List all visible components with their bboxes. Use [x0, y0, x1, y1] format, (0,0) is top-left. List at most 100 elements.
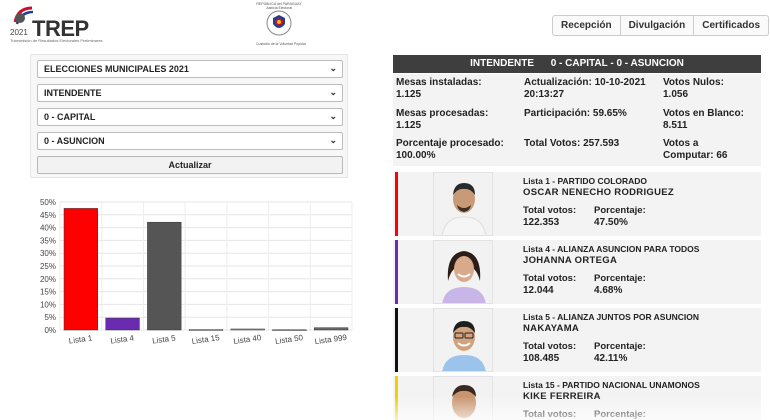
candidate-color-bar: [395, 376, 398, 420]
candidate-photo: [433, 172, 493, 236]
total-votos-value: 12.044: [523, 285, 554, 296]
chart-y-tick-label: 20%: [40, 275, 56, 284]
stats-panel: Mesas instaladas: 1.125 Actualización: 1…: [393, 74, 761, 166]
total-votos-label: Total votos:: [523, 273, 577, 284]
person-avatar-icon: [434, 241, 492, 303]
chart-bar-lista-40[interactable]: [230, 328, 265, 331]
participacion-text: Participación: 59.65%: [524, 108, 627, 119]
chart-bar-lista-999[interactable]: [314, 327, 349, 331]
department-select[interactable]: 0 - CAPITAL ⌄: [37, 108, 343, 126]
candidate-card: Lista 4 - ALIANZA ASUNCION PARA TODOS JO…: [393, 240, 761, 304]
chart-y-tick-label: 45%: [40, 211, 56, 220]
candidate-card: Lista 1 - PARTIDO COLORADO OSCAR NENECHO…: [393, 172, 761, 236]
votos-blanco-value: 8.511: [663, 120, 688, 131]
candidate-card: Lista 15 - PARTIDO NACIONAL UNAMONOS KIK…: [393, 376, 761, 420]
total-votos-label: Total votos:: [523, 409, 577, 420]
chart-x-tick-label: Lista 1: [68, 333, 93, 345]
total-votos-label: Total votos:: [523, 205, 577, 216]
trep-page: TREP 2021 Transmisión de Resultados Elec…: [0, 0, 770, 420]
chart-bar-lista-5[interactable]: [147, 221, 182, 331]
chart-y-tick-label: 10%: [40, 300, 56, 309]
position-select-value: INTENDENTE: [44, 88, 102, 98]
chart-x-tick-label: Lista 999: [314, 333, 348, 347]
chart-bar-lista-4[interactable]: [105, 317, 140, 331]
total-votos-value: 122.353: [523, 217, 560, 228]
porcentaje-label: Porcentaje:: [594, 273, 646, 284]
seal-bottom-text: Custodio de la Voluntad Popular: [256, 42, 307, 46]
total-votos-value: 108.485: [523, 353, 560, 364]
chart-bar-lista-15[interactable]: [188, 329, 224, 331]
candidate-lista: Lista 1 - PARTIDO COLORADO: [523, 176, 648, 186]
porcentaje-value: 42.11%: [594, 353, 628, 364]
justicia-electoral-seal: REPÚBLICA del PARAGUAY Justicia Electora…: [256, 2, 307, 46]
chart-bar-lista-1[interactable]: [63, 208, 98, 331]
chart-x-tick-label: Lista 5: [152, 333, 177, 345]
chart-y-tick-label: 40%: [40, 224, 56, 233]
chart-x-tick-label: Lista 4: [110, 333, 135, 345]
candidate-photo: [433, 376, 493, 420]
candidate-lista: Lista 15 - PARTIDO NACIONAL UNAMONOS: [523, 380, 700, 390]
logo-subtitle: Transmisión de Resultados Electorales Pr…: [10, 38, 103, 43]
candidate-card: Lista 5 - ALIANZA JUNTOS POR ASUNCION NA…: [393, 308, 761, 372]
porcentaje-label: Porcentaje:: [594, 409, 646, 420]
chart-x-tick-label: Lista 40: [233, 333, 263, 346]
logo-year: 2021: [10, 28, 28, 37]
votos-nulos-label: Votos Nulos:: [663, 77, 724, 88]
chart-y-tick-label: 15%: [40, 288, 56, 297]
department-select-value: 0 - CAPITAL: [44, 112, 96, 122]
election-select[interactable]: ELECCIONES MUNICIPALES 2021 ⌄: [37, 60, 343, 78]
candidate-lista: Lista 4 - ALIANZA ASUNCION PARA TODOS: [523, 244, 700, 254]
candidate-color-bar: [395, 240, 398, 304]
porcentaje-value: 4.68%: [594, 285, 623, 296]
actualizacion-time: 20:13:27: [524, 89, 565, 100]
candidate-name: NAKAYAMA: [523, 323, 580, 334]
update-button[interactable]: Actualizar: [37, 156, 343, 174]
actualizacion-label: Actualización: 10-10-2021: [524, 77, 646, 88]
porcentaje-procesado-label: Porcentaje procesado:: [396, 138, 504, 149]
nav-recepcion-button[interactable]: Recepción: [553, 16, 621, 35]
chart-bar-lista-50[interactable]: [272, 329, 307, 331]
chart-y-tick-label: 0%: [44, 326, 56, 335]
nav-divulgacion-button[interactable]: Divulgación: [621, 16, 695, 35]
porcentaje-procesado-value: 100.00%: [396, 150, 436, 161]
nav-certificados-button[interactable]: Certificados: [694, 16, 768, 35]
chart-y-tick-label: 5%: [44, 313, 56, 322]
person-avatar-icon: [434, 173, 492, 235]
candidate-name: OSCAR NENECHO RODRIGUEZ: [523, 187, 674, 198]
mesas-instaladas-value: 1.125: [396, 89, 422, 100]
mesas-procesadas-value: 1.125: [396, 120, 422, 131]
porcentaje-value: 47.50%: [594, 217, 628, 228]
mesas-instaladas-label: Mesas instaladas:: [396, 77, 482, 88]
porcentaje-label: Porcentaje:: [594, 205, 646, 216]
mesas-procesadas-label: Mesas procesadas:: [396, 108, 489, 119]
chart-x-tick-label: Lista 50: [275, 333, 305, 346]
total-votos-text: Total Votos: 257.593: [524, 138, 620, 149]
chevron-down-icon: ⌄: [329, 87, 337, 97]
candidate-lista: Lista 5 - ALIANZA JUNTOS POR ASUNCION: [523, 312, 699, 322]
chart-y-tick-label: 35%: [40, 236, 56, 245]
position-select[interactable]: INTENDENTE ⌄: [37, 84, 343, 102]
chart-y-tick-label: 25%: [40, 262, 56, 271]
votos-computar-value: Computar: 66: [663, 150, 728, 161]
chart-y-tick-label: 30%: [40, 249, 56, 258]
results-header: INTENDENTE 0 - CAPITAL - 0 - ASUNCION: [393, 55, 761, 73]
person-avatar-icon: [434, 309, 492, 371]
candidate-color-bar: [395, 308, 398, 372]
seal-emblem-icon: [266, 10, 292, 36]
porcentaje-label: Porcentaje:: [594, 341, 646, 352]
election-select-value: ELECCIONES MUNICIPALES 2021: [44, 64, 189, 74]
chevron-down-icon: ⌄: [329, 135, 337, 145]
chart-y-tick-label: 50%: [40, 198, 56, 207]
results-bar-chart: 0% 5% 10% 15% 20% 25% 30% 35% 40% 45% 50% Lista 1 Li…: [40, 198, 353, 347]
votos-nulos-value: 1.056: [663, 89, 689, 100]
person-avatar-icon: [434, 377, 492, 420]
chart-x-tick-label: Lista 15: [191, 333, 221, 346]
trep-logo[interactable]: TREP 2021 Transmisión de Resultados Elec…: [10, 4, 103, 44]
total-votos-label: Total votos:: [523, 341, 577, 352]
filters-panel: ELECCIONES MUNICIPALES 2021 ⌄ INTENDENTE…: [30, 54, 348, 178]
district-select[interactable]: 0 - ASUNCION ⌄: [37, 132, 343, 150]
seal-top-text: REPÚBLICA del PARAGUAY Justicia Electora…: [256, 2, 302, 10]
votos-blanco-label: Votos en Blanco:: [663, 108, 744, 119]
candidate-color-bar: [395, 172, 398, 236]
candidate-photo: [433, 308, 493, 372]
